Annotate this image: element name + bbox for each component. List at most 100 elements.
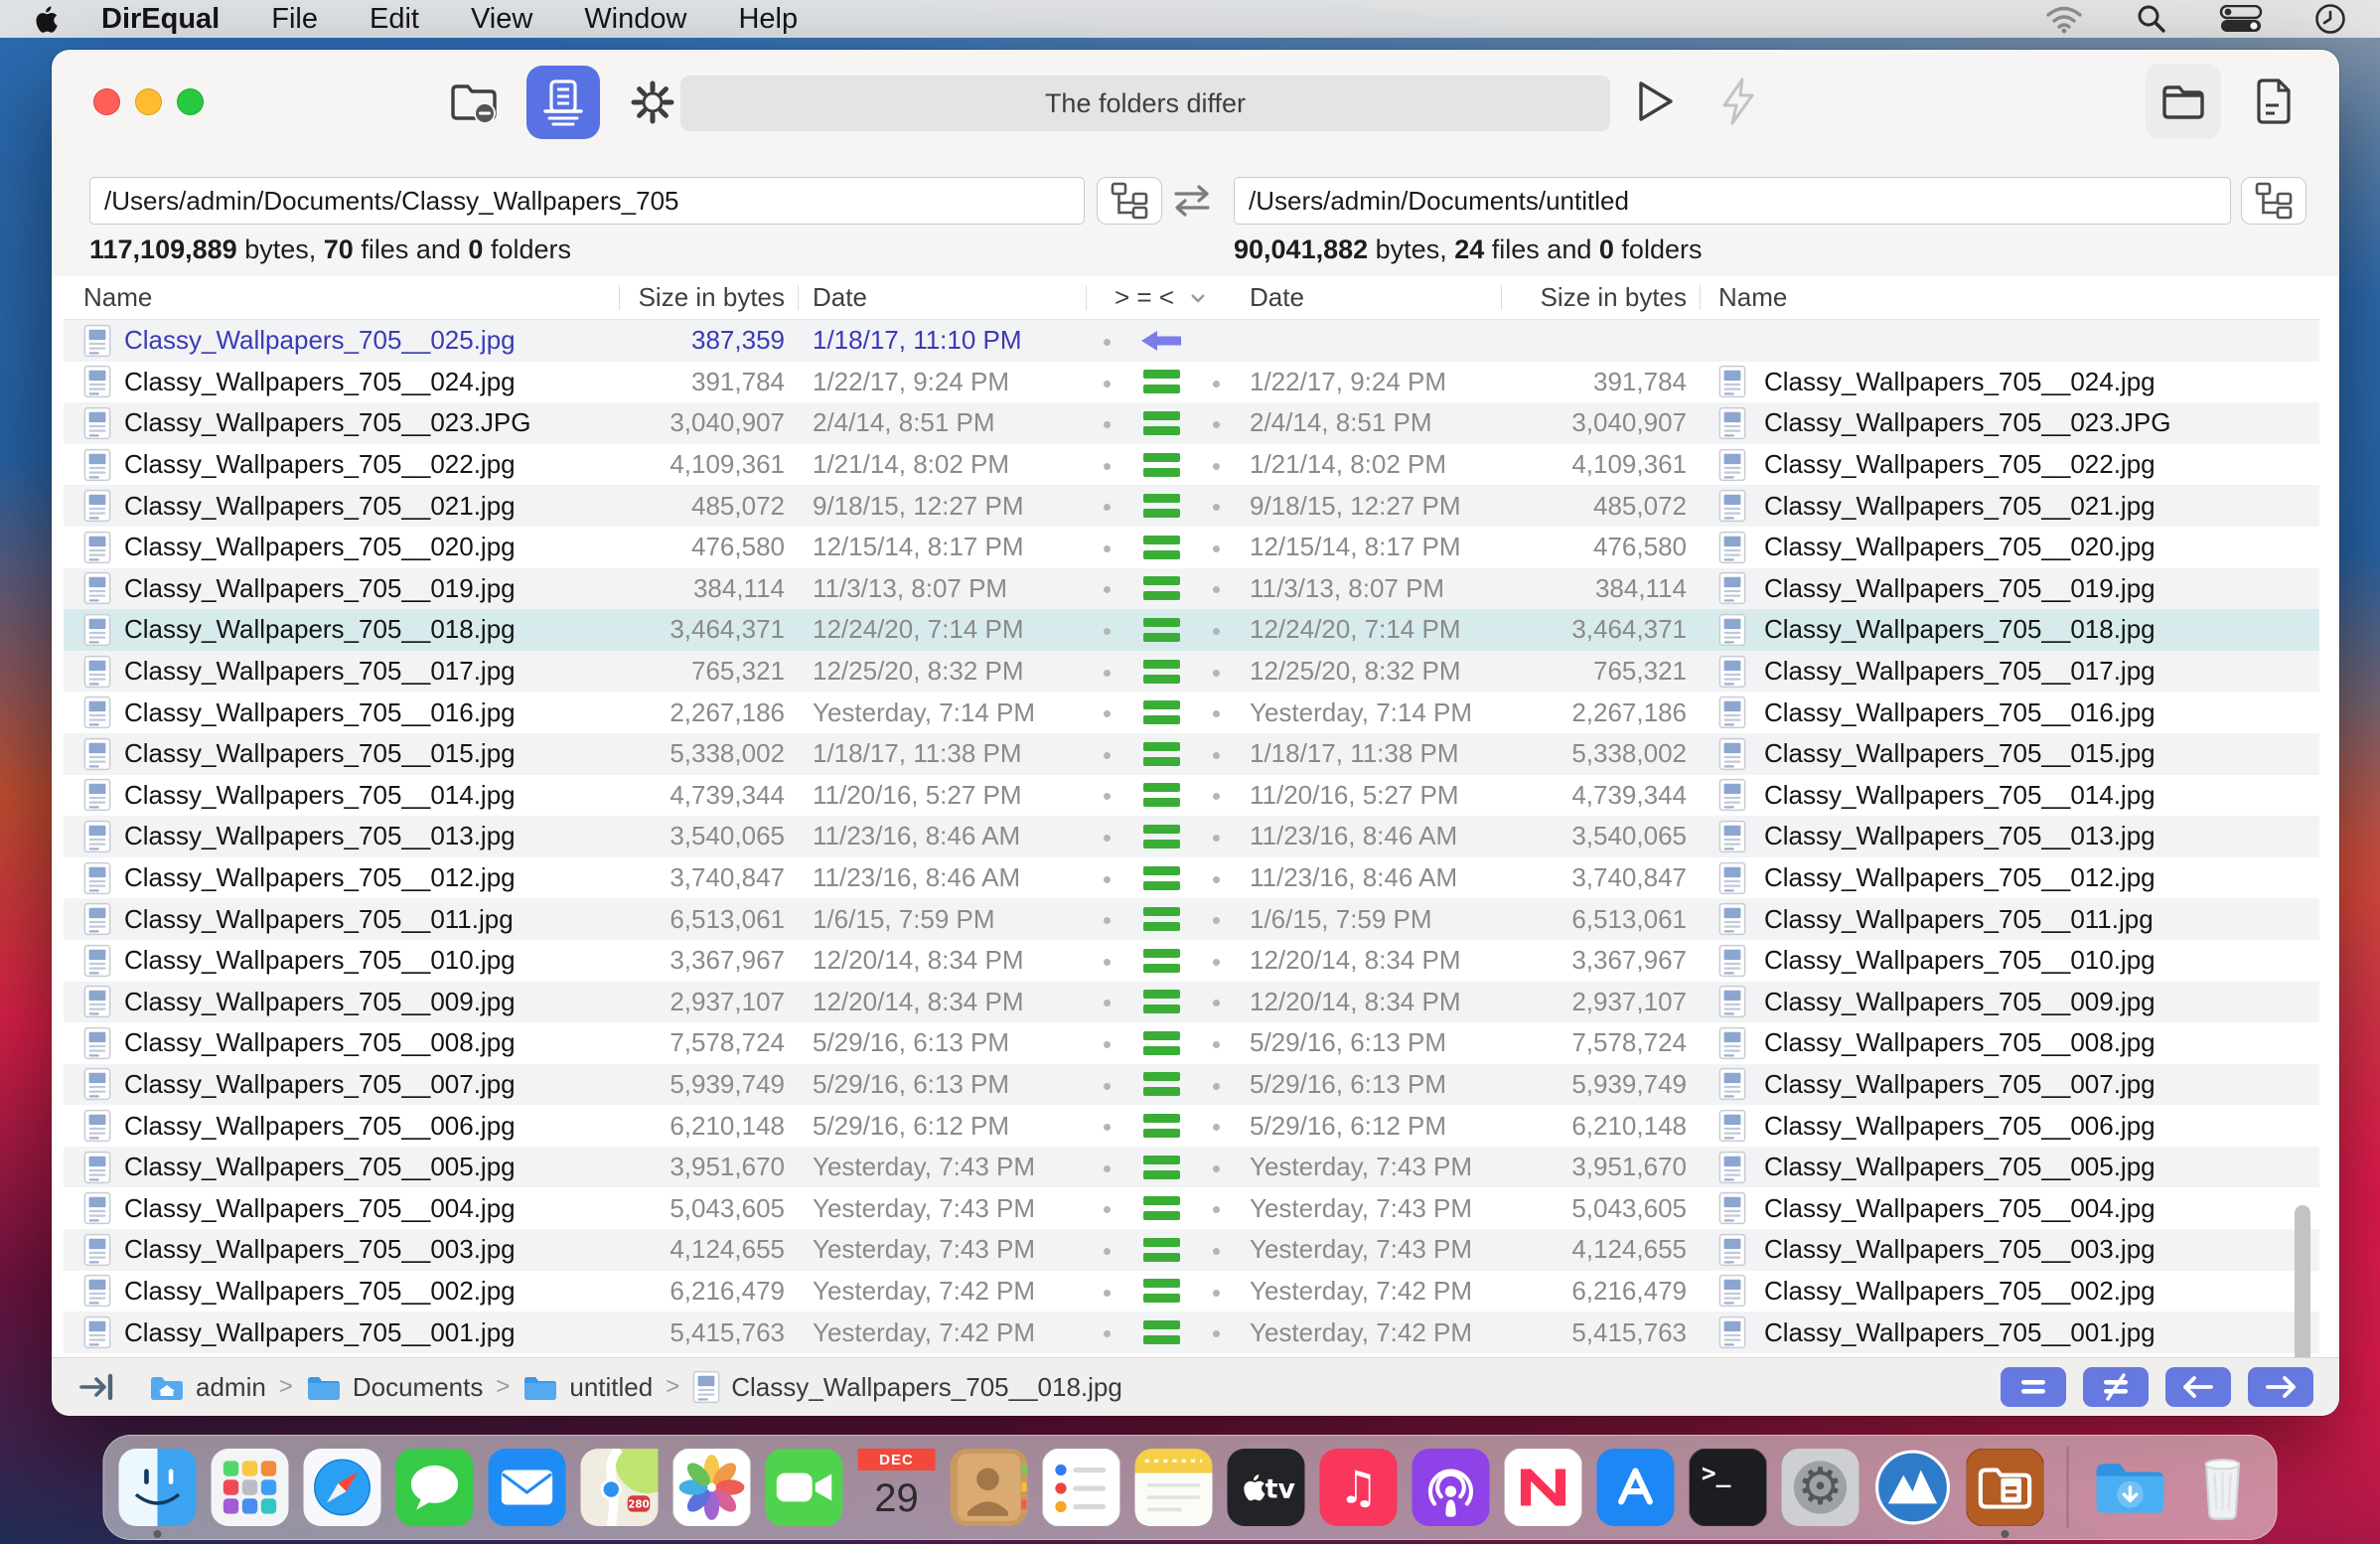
column-header-compare[interactable]: > = < — [1087, 276, 1236, 319]
dock-item-direqual[interactable] — [1965, 1448, 2045, 1538]
dock-item-mountain[interactable] — [1874, 1449, 1952, 1526]
table-row[interactable]: Classy_Wallpapers_705__005.jpg 3,951,670 Y… — [64, 1146, 2319, 1188]
table-row[interactable]: Classy_Wallpapers_705__011.jpg 6,513,061 1… — [64, 898, 2319, 940]
menu-item-file[interactable]: File — [271, 3, 318, 36]
wifi-icon[interactable] — [2044, 4, 2084, 34]
menu-item-help[interactable]: Help — [738, 3, 798, 36]
dock-item-podcasts[interactable] — [1412, 1449, 1490, 1526]
minimize-button[interactable] — [135, 88, 162, 115]
file-date-right: Yesterday, 7:14 PM — [1250, 696, 1473, 727]
report-document-icon[interactable] — [2249, 76, 2301, 127]
maps-icon: 280 — [580, 1428, 681, 1527]
table-row[interactable]: Classy_Wallpapers_705__024.jpg 391,784 1/2… — [64, 361, 2319, 403]
table-row[interactable]: Classy_Wallpapers_705__020.jpg 476,580 12/… — [64, 526, 2319, 568]
dock-item-notes[interactable] — [1134, 1449, 1213, 1526]
table-row[interactable]: Classy_Wallpapers_705__002.jpg 6,216,479 Y… — [64, 1270, 2319, 1312]
table-row[interactable]: Classy_Wallpapers_705__015.jpg 5,338,002 1… — [64, 732, 2319, 775]
breadcrumb-item[interactable]: admin — [149, 1372, 266, 1403]
table-row[interactable]: Classy_Wallpapers_705__016.jpg 2,267,186 Y… — [64, 692, 2319, 733]
breadcrumb-item[interactable]: Documents — [306, 1372, 483, 1403]
table-row[interactable]: Classy_Wallpapers_705__012.jpg 3,740,847 1… — [64, 856, 2319, 899]
table-row[interactable]: Classy_Wallpapers_705__001.jpg 5,415,763 Y… — [64, 1312, 2319, 1353]
compare-status — [1126, 865, 1196, 890]
dock-item-downloads[interactable] — [2092, 1449, 2169, 1526]
column-header-name-right[interactable]: Name — [1701, 276, 2319, 319]
column-header-date-left[interactable]: Date — [799, 276, 1087, 319]
dock-item-finder[interactable] — [118, 1449, 197, 1538]
column-header-date-right[interactable]: Date — [1236, 276, 1502, 319]
table-row[interactable]: Classy_Wallpapers_705__013.jpg 3,540,065 1… — [64, 816, 2319, 857]
equal-filter-button[interactable] — [2001, 1367, 2066, 1407]
table-row[interactable]: Classy_Wallpapers_705__017.jpg 765,321 12/… — [64, 650, 2319, 693]
dock-item-mail[interactable] — [488, 1449, 566, 1526]
dock-item-trash[interactable] — [2184, 1449, 2262, 1526]
dock-item-reminders[interactable] — [1041, 1448, 1121, 1527]
table-row[interactable]: Classy_Wallpapers_705__008.jpg 7,578,724 5… — [64, 1022, 2319, 1064]
dock-item-maps[interactable]: 280 — [580, 1428, 681, 1527]
gear-icon[interactable] — [626, 76, 679, 129]
dock-item-facetime[interactable] — [765, 1449, 843, 1526]
table-row[interactable]: Classy_Wallpapers_705__014.jpg 4,739,344 1… — [64, 774, 2319, 817]
dock-item-safari[interactable] — [303, 1449, 381, 1526]
close-button[interactable] — [93, 88, 120, 115]
dock-item-news[interactable] — [1503, 1448, 1583, 1527]
column-header-size-right[interactable]: Size in bytes — [1502, 276, 1701, 319]
menu-item-edit[interactable]: Edit — [370, 3, 419, 36]
dock-item-music[interactable]: ♫ — [1319, 1449, 1398, 1526]
app-menu-title[interactable]: DirEqual — [101, 3, 220, 36]
right-tree-view-button[interactable] — [2241, 177, 2306, 225]
dock-item-calendar[interactable]: DEC 29 — [857, 1449, 936, 1526]
dock-item-settings[interactable]: ⚙ — [1781, 1449, 1859, 1526]
compare-button[interactable] — [526, 66, 600, 139]
file-size-right: 4,109,361 — [1571, 449, 1687, 480]
jump-to-selection-icon[interactable] — [77, 1365, 121, 1409]
open-folder-button[interactable] — [2146, 64, 2221, 139]
table-row[interactable]: Classy_Wallpapers_705__019.jpg 384,114 11/… — [64, 567, 2319, 610]
table-row[interactable]: Classy_Wallpapers_705__022.jpg 4,109,361 1… — [64, 443, 2319, 486]
column-header-size-left[interactable]: Size in bytes — [620, 276, 799, 319]
dock-item-appstore[interactable] — [1596, 1449, 1675, 1526]
chevron-down-icon[interactable] — [1188, 291, 1208, 305]
zoom-button[interactable] — [177, 88, 204, 115]
compare-dot-right — [1196, 821, 1236, 851]
dock-item-terminal[interactable]: >_ — [1688, 1448, 1768, 1527]
breadcrumb-item[interactable]: untitled — [522, 1372, 653, 1403]
jpeg-file-icon — [1701, 1233, 1764, 1267]
dock-item-appletv[interactable]: tv — [1227, 1449, 1305, 1526]
table-row[interactable]: Classy_Wallpapers_705__025.jpg 387,359 1/1… — [64, 320, 2319, 362]
left-tree-view-button[interactable] — [1097, 177, 1162, 225]
table-row[interactable]: Classy_Wallpapers_705__009.jpg 2,937,107 1… — [64, 981, 2319, 1023]
spotlight-icon[interactable] — [2136, 3, 2167, 35]
menu-item-window[interactable]: Window — [584, 3, 686, 36]
table-row[interactable]: Classy_Wallpapers_705__023.JPG 3,040,907 2… — [64, 402, 2319, 444]
launchpad-icon — [211, 1449, 289, 1526]
file-size-left: 765,321 — [691, 656, 785, 687]
next-filter-button[interactable] — [2248, 1367, 2313, 1407]
news-icon — [1503, 1448, 1583, 1527]
previous-filter-button[interactable] — [2165, 1367, 2231, 1407]
dock-item-contacts[interactable] — [950, 1449, 1028, 1526]
table-row[interactable]: Classy_Wallpapers_705__003.jpg 4,124,655 Y… — [64, 1229, 2319, 1271]
right-path-input[interactable] — [1234, 177, 2231, 225]
clock-icon[interactable] — [2314, 3, 2346, 35]
dock-item-messages[interactable] — [395, 1449, 474, 1526]
apple-menu-icon[interactable] — [34, 4, 60, 34]
table-row[interactable]: Classy_Wallpapers_705__018.jpg 3,464,371 1… — [64, 609, 2319, 651]
not-equal-filter-button[interactable] — [2083, 1367, 2149, 1407]
column-header-name-left[interactable]: Name — [64, 276, 620, 319]
swap-paths-icon[interactable] — [1168, 181, 1216, 221]
dock-item-photos[interactable] — [671, 1448, 752, 1527]
dock-item-launchpad[interactable] — [211, 1449, 289, 1526]
control-center-icon[interactable] — [2219, 5, 2263, 33]
eject-volume-icon[interactable] — [447, 76, 501, 129]
table-row[interactable]: Classy_Wallpapers_705__006.jpg 6,210,148 5… — [64, 1105, 2319, 1147]
breadcrumb-item[interactable]: Classy_Wallpapers_705__018.jpg — [692, 1370, 1122, 1404]
left-path-input[interactable] — [89, 177, 1085, 225]
table-row[interactable]: Classy_Wallpapers_705__010.jpg 3,367,967 1… — [64, 939, 2319, 982]
menu-item-view[interactable]: View — [471, 3, 532, 36]
file-size-left: 6,216,479 — [669, 1275, 785, 1306]
table-row[interactable]: Classy_Wallpapers_705__004.jpg 5,043,605 Y… — [64, 1187, 2319, 1230]
table-row[interactable]: Classy_Wallpapers_705__007.jpg 5,939,749 5… — [64, 1063, 2319, 1106]
start-compare-icon[interactable] — [1629, 76, 1681, 127]
table-row[interactable]: Classy_Wallpapers_705__021.jpg 485,072 9/1… — [64, 485, 2319, 527]
